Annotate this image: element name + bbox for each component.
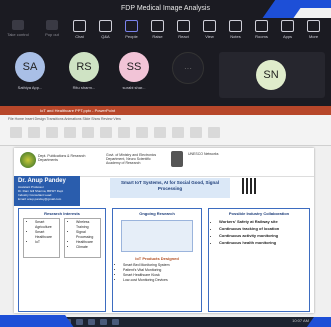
ppt-titlebar: IoT and Healthcare PPT.pptx - PowerPoint: [0, 106, 331, 115]
apps-button[interactable]: Apps: [276, 20, 299, 39]
more-icon: [307, 20, 320, 32]
qa-icon: [99, 20, 112, 32]
view-icon: [203, 20, 216, 32]
react-button[interactable]: React: [172, 20, 195, 39]
screen-share: IoT and Healthcare PPT.pptx - PowerPoint…: [0, 106, 331, 319]
people-button[interactable]: People: [120, 20, 143, 39]
more-participants-tile[interactable]: ···: [164, 52, 212, 98]
view-button[interactable]: View: [198, 20, 221, 39]
more-button[interactable]: More: [302, 20, 325, 39]
ongoing-research-panel: Ongoing Research IoT Products Designed S…: [112, 208, 202, 312]
speaker-box: Dr. Anup Pandey Assistant Professor Dr. …: [14, 176, 80, 206]
participant-strip: SA Sathiya App... RS Ritu sharm... SS su…: [6, 52, 325, 98]
participant-name: Sathiya App...: [17, 85, 43, 90]
taskbar-app-icon[interactable]: [88, 319, 95, 325]
rooms-button[interactable]: Rooms: [250, 20, 273, 39]
slide: Dept. Publications & Research Department…: [14, 148, 314, 313]
participant-tile[interactable]: SS surabi shar...: [110, 52, 158, 98]
speaker-name: Dr. Anup Pandey: [18, 178, 66, 184]
popout-icon: [46, 20, 58, 30]
taskbar-app-icon[interactable]: [100, 319, 107, 325]
notes-icon: [229, 20, 242, 32]
taskbar-app-icon[interactable]: [76, 319, 83, 325]
meeting-toolbar: Chat Q&A People Raise React View Notes R…: [68, 20, 325, 39]
research-diagram: [121, 220, 193, 252]
lab-logo-icon: [20, 152, 36, 168]
chat-button[interactable]: Chat: [68, 20, 91, 39]
meeting-window: FDP Medical Image Analysis Take control …: [0, 0, 331, 327]
taskbar-app-icon[interactable]: [112, 319, 119, 325]
corner-decoration: [0, 315, 75, 327]
ribbon-tabs: File Home Insert Design Transitions Anim…: [8, 117, 121, 121]
raise-hand-icon: [151, 20, 164, 32]
rooms-icon: [255, 20, 268, 32]
participant-tile[interactable]: RS Ritu sharm...: [60, 52, 108, 98]
participant-name: surabi shar...: [122, 85, 146, 90]
meeting-title: FDP Medical Image Analysis: [121, 5, 210, 12]
react-icon: [177, 20, 190, 32]
ministry-text: Govt. of Ministry and Electronics Depart…: [106, 153, 157, 165]
slide-title: Smart IoT Systems, AI for Social Good, S…: [110, 178, 230, 198]
more-participants-icon: ···: [172, 52, 204, 84]
slide-header: Dept. Publications & Research Department…: [14, 148, 314, 177]
unesco-text: UNESCO Networks: [188, 152, 219, 156]
apps-icon: [281, 20, 294, 32]
people-icon: [125, 20, 138, 32]
avatar: SS: [119, 52, 149, 82]
chat-icon: [73, 20, 86, 32]
industry-collaboration-panel: Possible Industry Collaboration Workers'…: [208, 208, 310, 312]
qr-code-icon: [242, 178, 258, 194]
notes-button[interactable]: Notes: [224, 20, 247, 39]
take-control-button[interactable]: Take control: [6, 20, 30, 37]
ppt-ribbon: File Home Insert Design Transitions Anim…: [0, 115, 331, 146]
pop-out-button[interactable]: Pop out: [40, 20, 64, 37]
qa-button[interactable]: Q&A: [94, 20, 117, 39]
avatar: RS: [69, 52, 99, 82]
avatar: SA: [15, 52, 45, 82]
research-interests-panel: Research Interests Smart Agriculture Sma…: [18, 208, 106, 312]
participant-name: Ritu sharm...: [72, 85, 96, 90]
taskbar-clock: 10:07 AM: [292, 318, 309, 323]
ribbon-icons: [10, 127, 321, 139]
avatar: SN: [256, 60, 286, 90]
dept-text: Dept. Publications & Research Department…: [38, 154, 86, 162]
toolbar-left: Take control Pop out: [6, 20, 64, 37]
participant-tile[interactable]: SA Sathiya App...: [6, 52, 54, 98]
speaker-tile[interactable]: SN: [219, 52, 325, 98]
raise-hand-button[interactable]: Raise: [146, 20, 169, 39]
emblem-icon: [171, 151, 183, 167]
hand-icon: [12, 20, 24, 30]
